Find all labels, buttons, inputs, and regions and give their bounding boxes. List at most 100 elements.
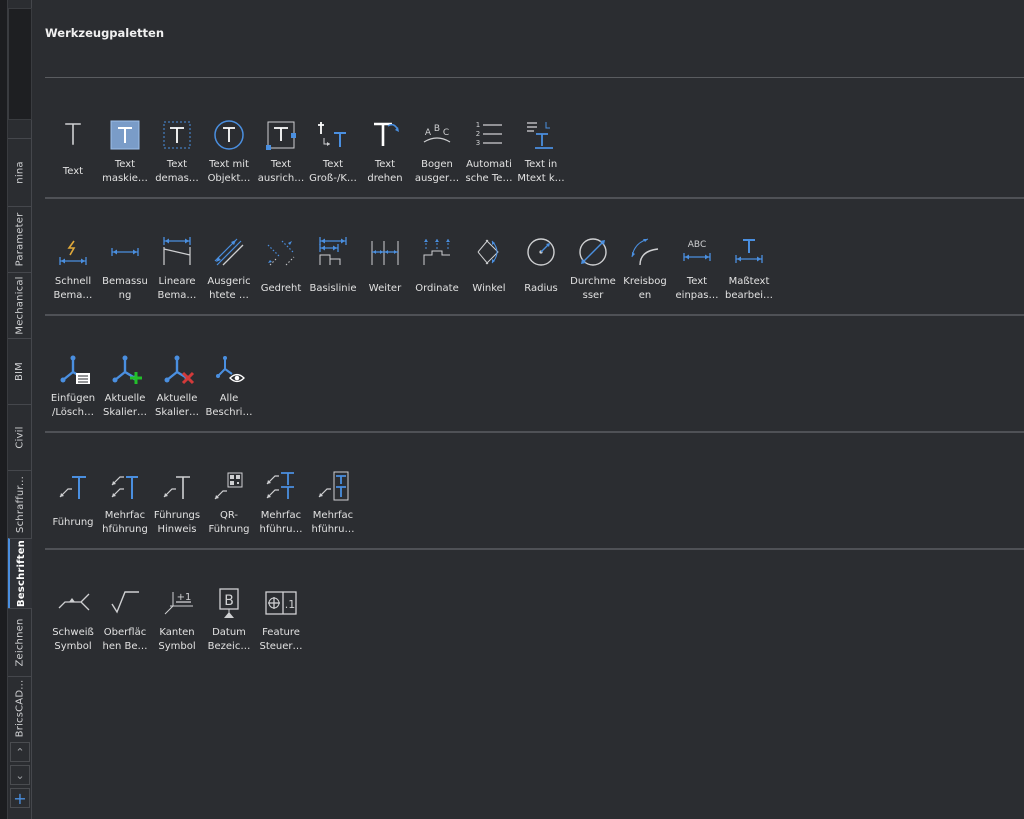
svg-text:ABC: ABC — [688, 240, 706, 250]
side-tab-civil[interactable]: Civil — [8, 404, 32, 470]
svg-text:+1: +1 — [177, 592, 192, 603]
surface-texture-icon — [107, 585, 143, 621]
side-tab-label: Civil — [14, 426, 26, 449]
side-tab-bricscad[interactable]: BricsCAD... — [8, 676, 32, 740]
qr-leader-icon — [211, 468, 247, 504]
tool-label: Mehrfac hführu… — [311, 510, 355, 535]
leader-icon — [55, 468, 91, 504]
tool-label: Text demas… — [155, 159, 199, 184]
dimension-text-fit-icon: ABC — [679, 234, 715, 270]
ordinate-dimension-icon — [419, 234, 455, 270]
section-divider — [45, 314, 1024, 316]
tool-row: Schweiß Symbol Oberfläc hen Be… +1 Kanten S… — [47, 585, 307, 680]
tool-label: Bogen ausger… — [414, 159, 460, 184]
side-tab-bim[interactable]: BIM — [8, 338, 32, 404]
leader-note-icon — [159, 468, 195, 504]
side-tab-schraffur[interactable]: Schraffur... — [8, 470, 32, 538]
tool-label: Aktuelle Skalier… — [103, 393, 147, 418]
scale-visibility-icon — [211, 351, 247, 387]
tool-label: Ordinate — [415, 283, 459, 294]
tool-label: Bemassu ng — [102, 276, 148, 301]
tool-label: Durchme sser — [570, 276, 616, 301]
arc-text-icon: ABC — [419, 117, 455, 153]
scroll-up-button[interactable]: ⌃ — [10, 742, 30, 762]
multileader-align-icon — [263, 468, 299, 504]
section-divider — [45, 197, 1024, 199]
weld-symbol-icon — [55, 585, 91, 621]
datum-identifier-icon: B — [211, 585, 247, 621]
multileader-icon — [107, 468, 143, 504]
side-tab-label: BIM — [14, 361, 26, 382]
auto-numbering-icon: 123 — [471, 117, 507, 153]
arc-length-icon — [627, 234, 663, 270]
side-tab-label: BricsCAD... — [14, 679, 26, 738]
tool-feature-control-frame[interactable]: .1 Feature Steuer… — [255, 585, 307, 680]
text-mask-icon — [107, 117, 143, 153]
svg-text:B: B — [224, 593, 234, 609]
svg-text:B: B — [434, 124, 440, 134]
tool-label: Aktuelle Skalier… — [155, 393, 199, 418]
tool-label: Text einpas… — [675, 276, 719, 301]
tool-label: Automati sche Te… — [465, 159, 513, 184]
tool-datum-identifier[interactable]: B Datum Bezeic… — [203, 585, 255, 680]
tool-label: Radius — [524, 283, 558, 294]
tool-label: Text drehen — [367, 159, 403, 184]
tool-label: Mehrfac hführu… — [259, 510, 303, 535]
tool-label: Weiter — [368, 283, 402, 294]
side-tab-nina[interactable]: nina — [8, 138, 32, 206]
radius-dimension-icon — [523, 234, 559, 270]
tool-label: Maßtext bearbei… — [724, 276, 774, 301]
side-tab-beschriften[interactable]: Beschriften — [8, 538, 32, 608]
scale-add-delete-icon — [55, 351, 91, 387]
tool-label: Führungs Hinweis — [153, 510, 201, 535]
side-tab-label: Schraffur... — [14, 476, 26, 533]
svg-text:2: 2 — [476, 130, 480, 138]
tool-label: Alle Beschri… — [205, 393, 253, 418]
side-tab-mechanical[interactable]: Mechanical — [8, 272, 32, 338]
tool-label: Datum Bezeic… — [207, 627, 251, 652]
tool-label: Führung — [52, 517, 94, 528]
continue-dimension-icon — [367, 234, 403, 270]
side-tab-label: Mechanical — [14, 276, 26, 335]
tool-label: Text — [62, 166, 84, 177]
add-palette-button[interactable]: + — [10, 788, 30, 808]
text-circle-icon — [211, 117, 247, 153]
section-divider — [45, 548, 1024, 550]
text-to-mtext-icon — [523, 117, 559, 153]
tab-strip-header — [8, 8, 32, 120]
tool-label: Text mit Objekt… — [207, 159, 251, 184]
scroll-down-button[interactable]: ⌄ — [10, 765, 30, 785]
tool-label: Mehrfac hführung — [102, 510, 148, 535]
text-align-icon — [263, 117, 299, 153]
tool-label: Gedreht — [260, 283, 302, 294]
side-tab-zeichnen[interactable]: Zeichnen — [8, 608, 32, 676]
text-case-icon — [315, 117, 351, 153]
quick-dimension-icon — [55, 234, 91, 270]
tool-edge-symbol[interactable]: +1 Kanten Symbol — [151, 585, 203, 680]
edge-symbol-icon: +1 — [159, 585, 195, 621]
dimension-icon — [107, 234, 143, 270]
svg-text:C: C — [443, 128, 449, 138]
tool-label: Winkel — [472, 283, 506, 294]
side-tab-label: Beschriften — [15, 540, 27, 607]
aligned-dimension-icon — [211, 234, 247, 270]
tool-label: Schweiß Symbol — [52, 627, 94, 652]
tool-label: Kreisbog en — [623, 276, 667, 301]
tool-label: Oberfläc hen Be… — [102, 627, 148, 652]
side-tab-label: Parameter — [14, 212, 26, 267]
tool-label: Text maskie… — [102, 159, 148, 184]
tool-label: Ausgeric htete … — [207, 276, 251, 301]
tool-weld-symbol[interactable]: Schweiß Symbol — [47, 585, 99, 680]
tool-label: Text Groß-/K… — [309, 159, 357, 184]
tool-label: Basislinie — [309, 283, 357, 294]
text-icon — [55, 117, 91, 153]
tool-label: Lineare Bema… — [157, 276, 197, 301]
title-divider — [45, 77, 1024, 78]
svg-text:1: 1 — [476, 121, 480, 129]
tool-surface-texture[interactable]: Oberfläc hen Be… — [99, 585, 151, 680]
text-unmask-icon — [159, 117, 195, 153]
diameter-dimension-icon — [575, 234, 611, 270]
svg-text:.1: .1 — [285, 598, 296, 611]
side-tab-parameter[interactable]: Parameter — [8, 206, 32, 272]
angular-dimension-icon — [471, 234, 507, 270]
